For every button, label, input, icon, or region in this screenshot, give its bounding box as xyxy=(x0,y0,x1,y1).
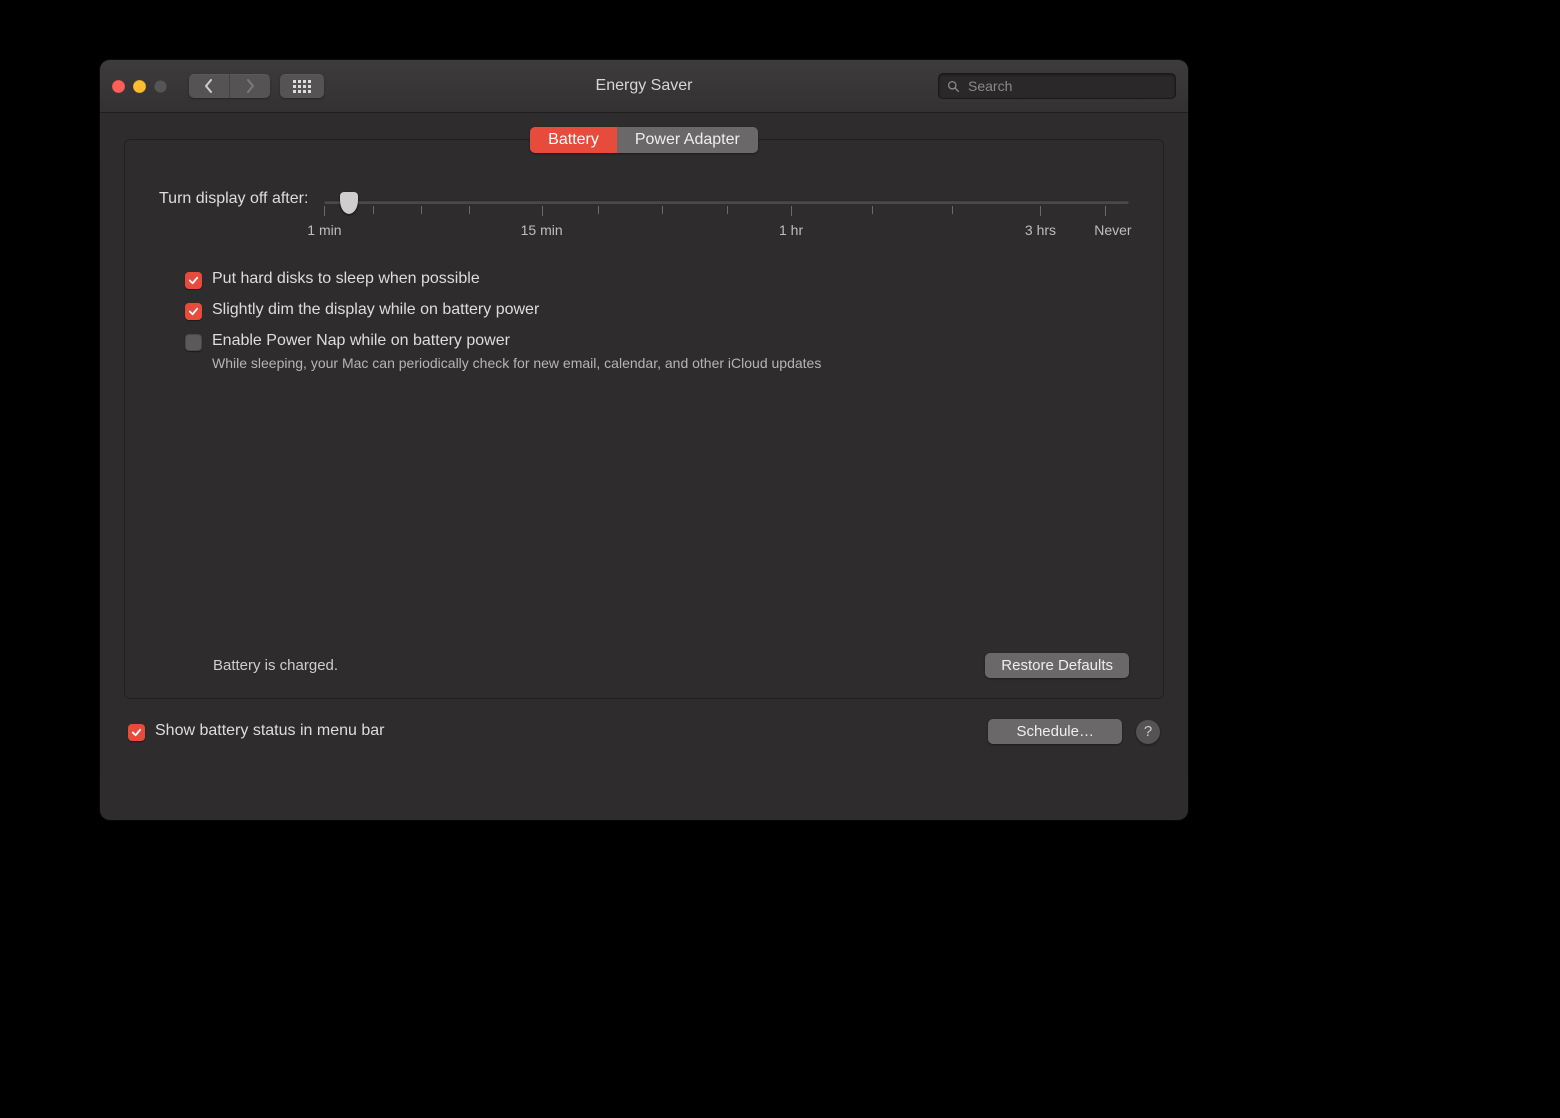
option-power-nap: Enable Power Nap while on battery power … xyxy=(185,332,1129,372)
body: Battery Power Adapter Turn display off a… xyxy=(100,113,1188,820)
search-icon xyxy=(947,80,960,93)
grid-icon xyxy=(293,80,311,93)
label-hard-disks: Put hard disks to sleep when possible xyxy=(212,270,480,288)
help-icon: ? xyxy=(1144,723,1152,740)
display-off-row: Turn display off after: xyxy=(159,190,1129,244)
slider-tick-1min: 1 min xyxy=(307,222,341,238)
footer: Show battery status in menu bar Schedule… xyxy=(124,719,1164,744)
traffic-lights xyxy=(112,80,167,93)
tab-power-adapter[interactable]: Power Adapter xyxy=(617,127,758,153)
minimize-button[interactable] xyxy=(133,80,146,93)
label-show-battery-status: Show battery status in menu bar xyxy=(155,722,384,740)
slider-tick-3hrs: 3 hrs xyxy=(1025,222,1056,238)
check-icon xyxy=(131,727,142,738)
display-off-label: Turn display off after: xyxy=(159,190,308,208)
slider-tick-1hr: 1 hr xyxy=(779,222,803,238)
show-all-button[interactable] xyxy=(280,74,324,98)
slider-tick-never: Never xyxy=(1094,222,1131,238)
tab-battery[interactable]: Battery xyxy=(530,127,617,153)
zoom-button-disabled xyxy=(154,80,167,93)
help-button[interactable]: ? xyxy=(1136,720,1160,744)
schedule-button[interactable]: Schedule… xyxy=(988,719,1122,744)
settings-panel: Turn display off after: xyxy=(124,139,1164,699)
forward-button[interactable] xyxy=(229,74,270,98)
back-button[interactable] xyxy=(189,74,229,98)
checkbox-hard-disks[interactable] xyxy=(185,272,202,289)
battery-status: Battery is charged. xyxy=(213,657,338,674)
check-icon xyxy=(188,275,199,286)
checkbox-show-battery-status[interactable] xyxy=(128,724,145,741)
status-row: Battery is charged. Restore Defaults xyxy=(213,653,1129,678)
check-icon xyxy=(188,306,199,317)
nav-buttons xyxy=(189,74,270,98)
option-hard-disks: Put hard disks to sleep when possible xyxy=(185,270,1129,289)
toolbar: Energy Saver xyxy=(100,60,1188,113)
chevron-left-icon xyxy=(204,79,214,93)
slider-tick-15min: 15 min xyxy=(521,222,563,238)
tab-segmented-control: Battery Power Adapter xyxy=(530,127,758,153)
slider-thumb[interactable] xyxy=(340,192,358,214)
search-field[interactable] xyxy=(938,73,1176,99)
label-dim-display: Slightly dim the display while on batter… xyxy=(212,301,539,319)
slider-track xyxy=(324,200,1129,204)
preferences-window: Energy Saver Battery Power Adapter Turn … xyxy=(100,60,1188,820)
checkbox-power-nap[interactable] xyxy=(185,334,202,351)
checkbox-dim-display[interactable] xyxy=(185,303,202,320)
options-list: Put hard disks to sleep when possible Sl… xyxy=(185,270,1129,372)
option-dim-display: Slightly dim the display while on batter… xyxy=(185,301,1129,320)
option-show-battery-status: Show battery status in menu bar xyxy=(128,722,384,741)
label-power-nap: Enable Power Nap while on battery power xyxy=(212,332,821,350)
display-off-slider[interactable]: 1 min 15 min 1 hr 3 hrs Never xyxy=(324,190,1129,244)
chevron-right-icon xyxy=(245,79,255,93)
close-button[interactable] xyxy=(112,80,125,93)
restore-defaults-button[interactable]: Restore Defaults xyxy=(985,653,1129,678)
search-input[interactable] xyxy=(966,77,1167,95)
desc-power-nap: While sleeping, your Mac can periodicall… xyxy=(212,354,821,372)
